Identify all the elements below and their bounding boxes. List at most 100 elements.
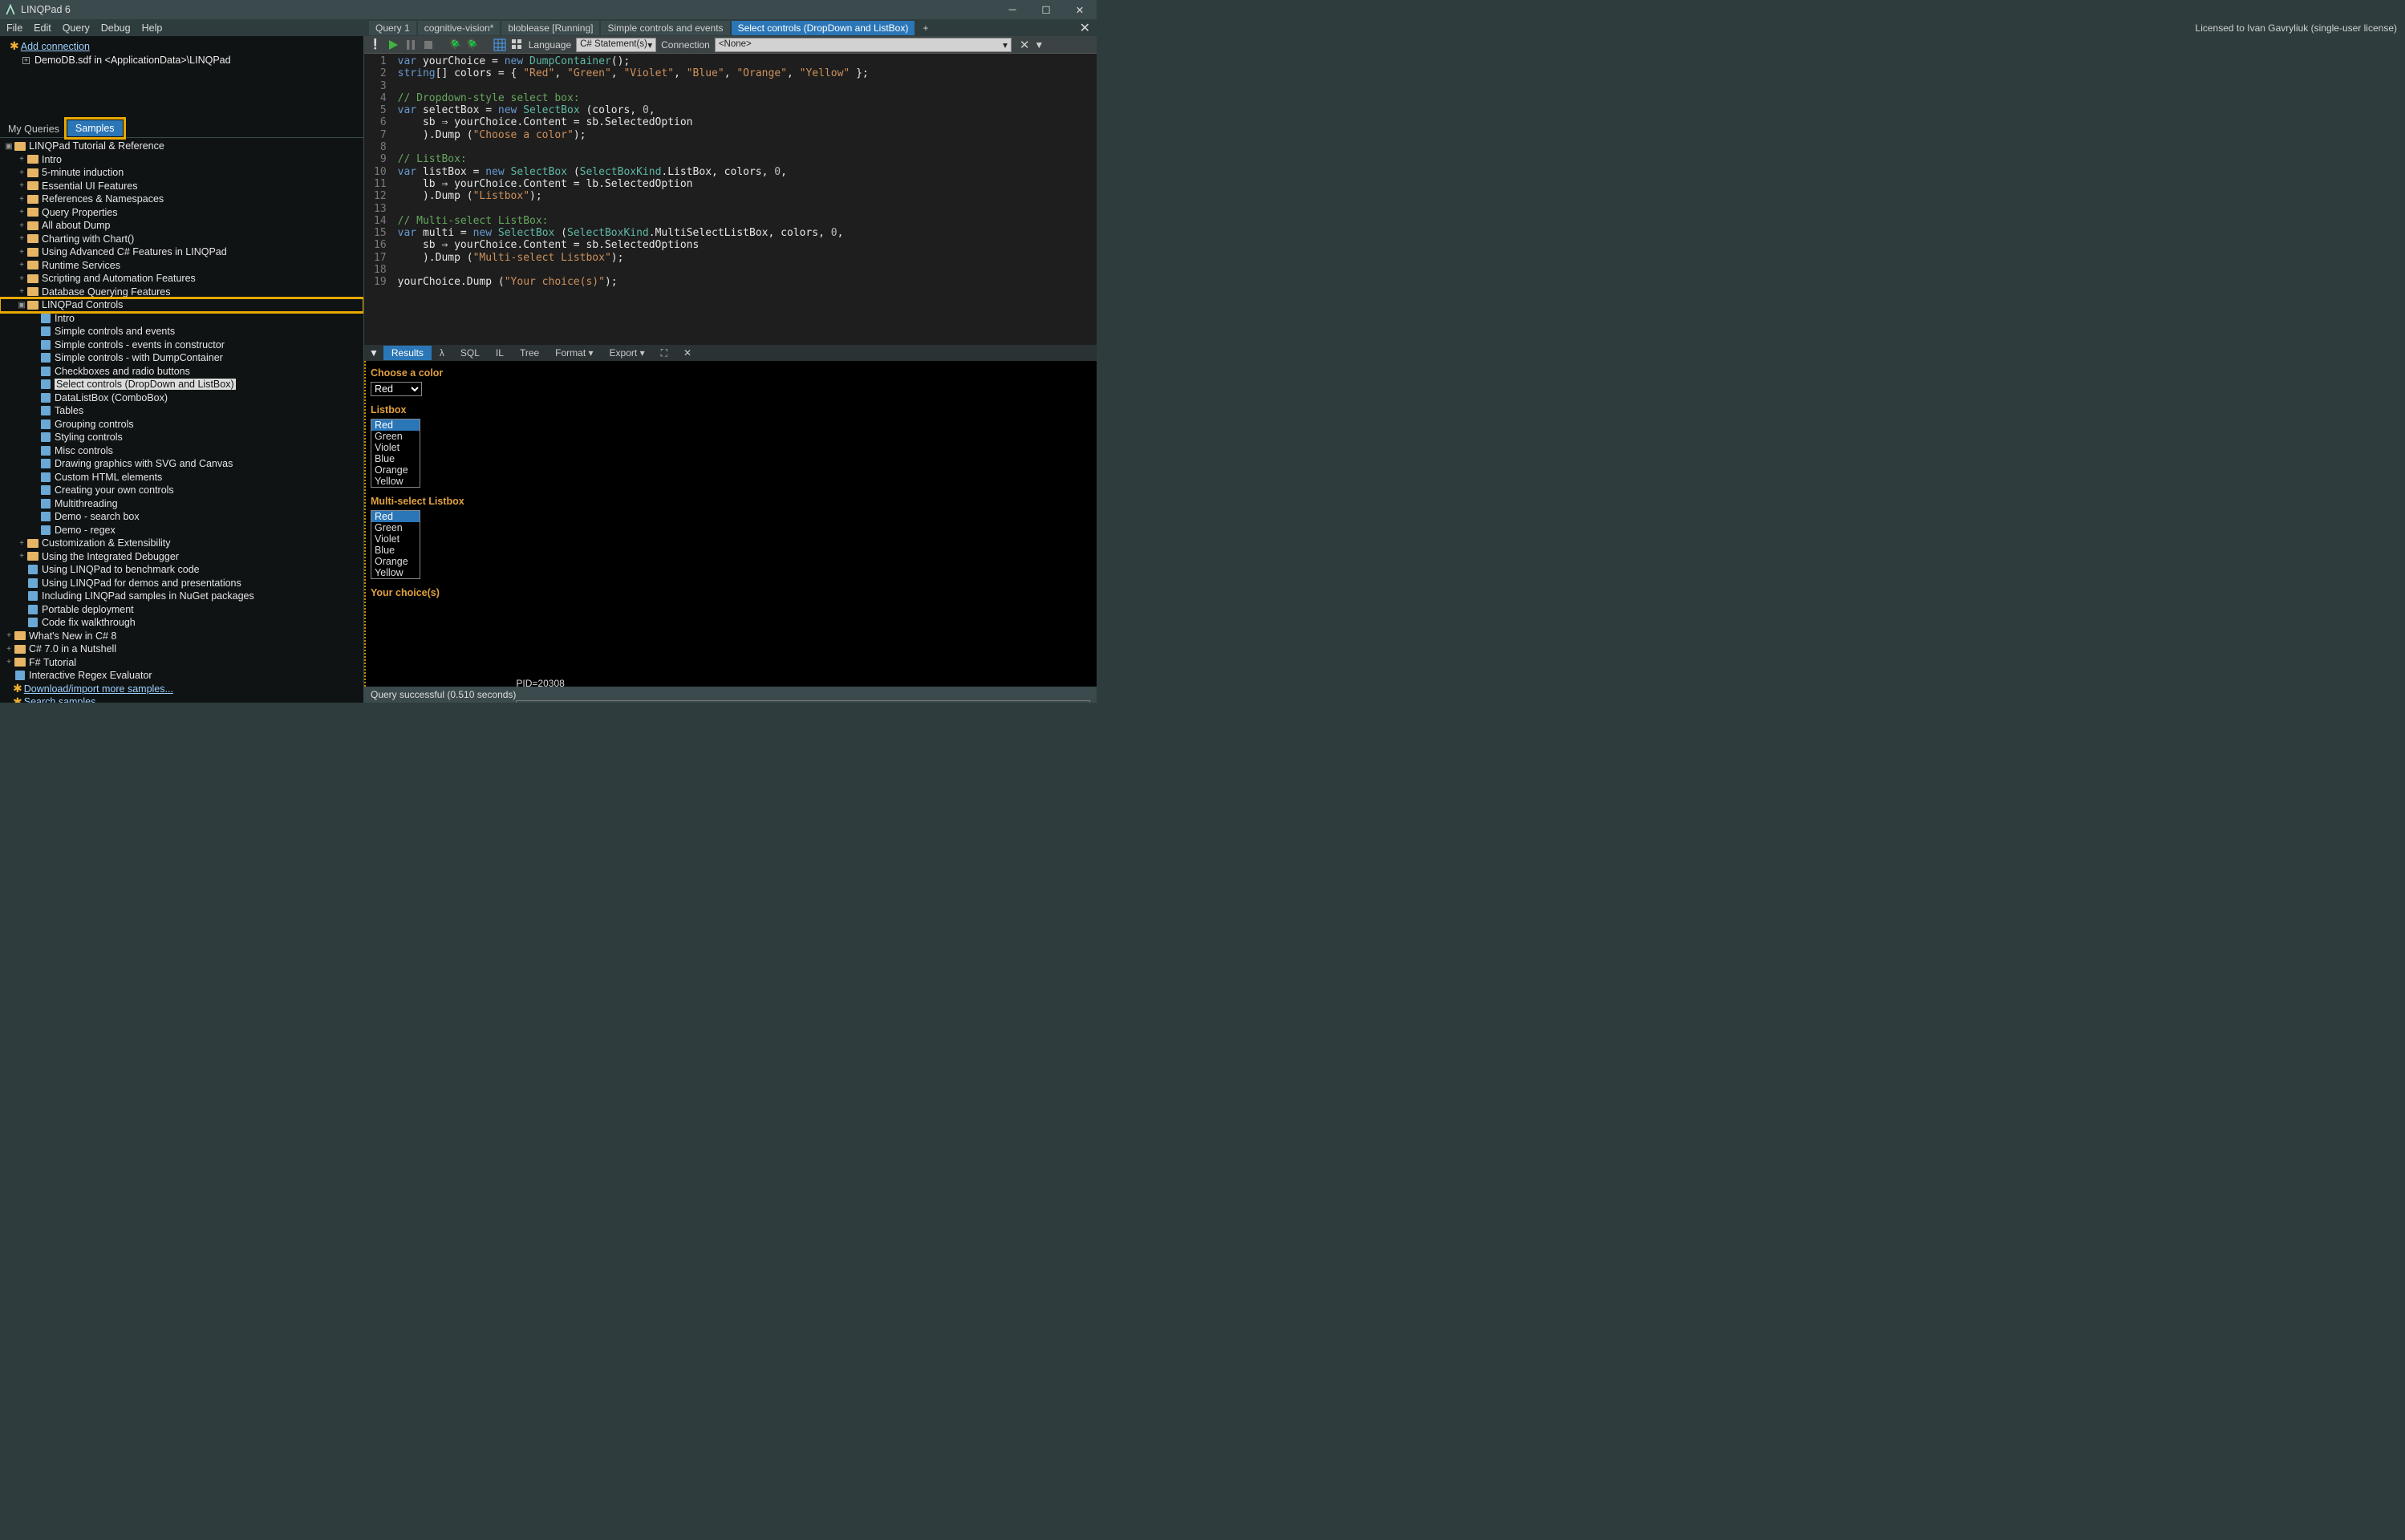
listbox-option[interactable]: Blue	[371, 453, 420, 464]
tree-item[interactable]: Including LINQPad samples in NuGet packa…	[0, 590, 363, 603]
tree-item[interactable]: Tables	[0, 404, 363, 418]
document-tab[interactable]: cognitive-vision*	[418, 21, 501, 35]
tree-item[interactable]: Code fix walkthrough	[0, 616, 363, 630]
tree-folder[interactable]: +C# 7.0 in a Nutshell	[0, 642, 363, 656]
tree-folder[interactable]: +Customization & Extensibility	[0, 537, 363, 550]
connection-item[interactable]: DemoDB.sdf in <ApplicationData>\LINQPad	[34, 55, 231, 66]
tree-item[interactable]: Custom HTML elements	[0, 471, 363, 484]
listbox-option[interactable]: Yellow	[371, 567, 420, 578]
tree-folder[interactable]: +References & Namespaces	[0, 192, 363, 206]
grid-small-icon[interactable]	[511, 38, 524, 51]
new-tab-button[interactable]: +	[916, 21, 935, 35]
tree-item[interactable]: Using LINQPad for demos and presentation…	[0, 577, 363, 590]
listbox-option[interactable]: Violet	[371, 533, 420, 545]
tree-item[interactable]: ✱Download/import more samples...	[0, 683, 363, 696]
tree-folder[interactable]: +5-minute induction	[0, 166, 363, 180]
maximize-button[interactable]: ☐	[1029, 0, 1063, 19]
tree-item[interactable]: Intro	[0, 312, 363, 326]
listbox-option[interactable]: Green	[371, 431, 420, 442]
tree-item[interactable]: Drawing graphics with SVG and Canvas	[0, 457, 363, 471]
menu-edit[interactable]: Edit	[34, 22, 51, 34]
tab-tree[interactable]: Tree	[512, 346, 547, 360]
document-tab[interactable]: bloblease [Running]	[501, 21, 599, 35]
language-dropdown[interactable]: C# Statement(s) ▾	[576, 38, 656, 52]
tree-item[interactable]: Grouping controls	[0, 418, 363, 432]
document-tab[interactable]: Select controls (DropDown and ListBox)	[732, 21, 915, 35]
tree-folder[interactable]: +Charting with Chart()	[0, 233, 363, 246]
stop-button[interactable]	[422, 38, 435, 51]
document-tab[interactable]: Query 1	[369, 21, 416, 35]
dropdown-chevron-icon[interactable]: ▼	[1034, 39, 1044, 51]
expand-toggle[interactable]: +	[22, 57, 30, 64]
samples-tree[interactable]: ▣LINQPad Tutorial & Reference+Intro+5-mi…	[0, 138, 363, 703]
tree-folder[interactable]: +Runtime Services	[0, 259, 363, 273]
tree-folder[interactable]: +Database Querying Features	[0, 286, 363, 299]
tree-item[interactable]: Checkboxes and radio buttons	[0, 365, 363, 379]
tree-folder-linqpad-controls[interactable]: ▣LINQPad Controls	[0, 298, 363, 312]
listbox-option[interactable]: Yellow	[371, 476, 420, 487]
tree-folder[interactable]: +Scripting and Automation Features	[0, 272, 363, 286]
tree-folder[interactable]: +What's New in C# 8	[0, 630, 363, 643]
tree-folder[interactable]: +All about Dump	[0, 219, 363, 233]
tree-folder[interactable]: +Using Advanced C# Features in LINQPad	[0, 245, 363, 259]
tree-folder[interactable]: +F# Tutorial	[0, 656, 363, 670]
connection-dropdown[interactable]: <None> ▾	[715, 38, 1012, 52]
menu-query[interactable]: Query	[63, 22, 90, 34]
tree-item[interactable]: Multithreading	[0, 497, 363, 511]
tree-folder[interactable]: +Intro	[0, 153, 363, 167]
tree-item[interactable]: ✱Search samples...	[0, 695, 363, 703]
color-dropdown[interactable]: RedGreenVioletBlueOrangeYellow	[371, 383, 421, 395]
tree-item[interactable]: Simple controls - with DumpContainer	[0, 351, 363, 365]
menu-file[interactable]: File	[6, 22, 22, 34]
export-menu[interactable]: Export ▾	[602, 346, 653, 361]
tree-item[interactable]: Portable deployment	[0, 603, 363, 617]
bug-step-icon[interactable]: 🪲	[466, 38, 479, 51]
listbox-option[interactable]: Green	[371, 522, 420, 533]
tree-root[interactable]: ▣LINQPad Tutorial & Reference	[0, 140, 363, 153]
menu-help[interactable]: Help	[142, 22, 163, 34]
expand-icon[interactable]: ⛶	[653, 346, 675, 361]
code-editor[interactable]: 12345678910111213141516171819 var yourCh…	[364, 54, 1097, 345]
clear-connection-button[interactable]: ✕	[1020, 38, 1030, 52]
tree-item[interactable]: DataListBox (ComboBox)	[0, 391, 363, 405]
bug-icon[interactable]: 🪲	[449, 38, 462, 51]
listbox-option[interactable]: Red	[371, 511, 420, 522]
minimize-button[interactable]: ─	[996, 0, 1029, 19]
tree-item[interactable]: Demo - search box	[0, 510, 363, 524]
warning-icon[interactable]: ❕	[369, 38, 382, 51]
close-window-button[interactable]: ✕	[1063, 0, 1097, 19]
tree-folder[interactable]: +Using the Integrated Debugger	[0, 550, 363, 564]
tree-item[interactable]: Interactive Regex Evaluator	[0, 669, 363, 683]
tree-item[interactable]: Creating your own controls	[0, 484, 363, 497]
tree-item[interactable]: Styling controls	[0, 431, 363, 444]
tree-folder[interactable]: +Essential UI Features	[0, 180, 363, 193]
grid-icon[interactable]	[493, 38, 506, 51]
status-optimize[interactable]: /o-	[516, 700, 1090, 703]
tab-il[interactable]: IL	[488, 346, 512, 360]
listbox-option[interactable]: Orange	[371, 556, 420, 567]
close-results-button[interactable]: ✕	[675, 346, 700, 361]
pause-button[interactable]	[404, 38, 417, 51]
color-multiselect-listbox[interactable]: RedGreenVioletBlueOrangeYellow	[371, 510, 420, 579]
listbox-option[interactable]: Orange	[371, 464, 420, 476]
add-connection-link[interactable]: Add connection	[21, 41, 90, 52]
color-listbox[interactable]: RedGreenVioletBlueOrangeYellow	[371, 419, 420, 488]
tree-item[interactable]: Misc controls	[0, 444, 363, 458]
tree-folder[interactable]: +Query Properties	[0, 206, 363, 220]
listbox-option[interactable]: Blue	[371, 545, 420, 556]
tab-results[interactable]: Results	[383, 346, 432, 360]
listbox-option[interactable]: Red	[371, 419, 420, 431]
collapse-icon[interactable]: ▼	[364, 347, 383, 359]
tab-lambda[interactable]: λ	[432, 346, 452, 360]
tab-samples[interactable]: Samples	[67, 120, 123, 136]
listbox-option[interactable]: Violet	[371, 442, 420, 453]
menu-debug[interactable]: Debug	[101, 22, 131, 34]
tab-my-queries[interactable]: My Queries	[0, 121, 67, 137]
tab-sql[interactable]: SQL	[452, 346, 488, 360]
format-menu[interactable]: Format ▾	[547, 346, 601, 361]
tree-item[interactable]: Simple controls - events in constructor	[0, 338, 363, 352]
tree-item[interactable]: Simple controls and events	[0, 325, 363, 338]
document-tab[interactable]: Simple controls and events	[601, 21, 729, 35]
run-button[interactable]	[387, 38, 399, 51]
tree-item[interactable]: Demo - regex	[0, 524, 363, 537]
